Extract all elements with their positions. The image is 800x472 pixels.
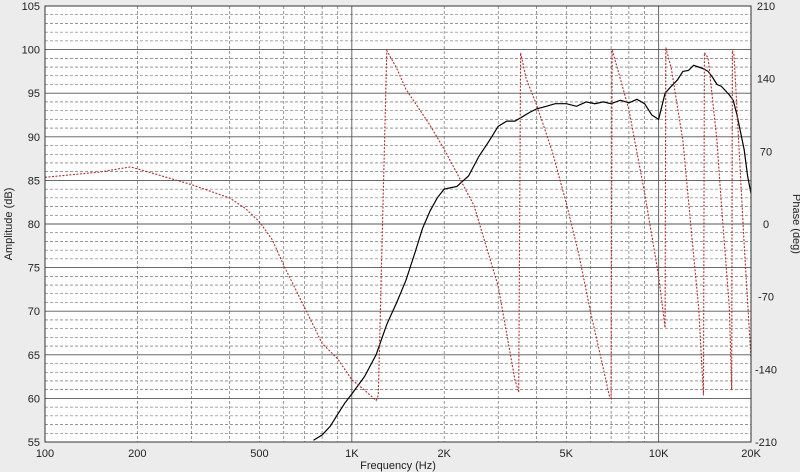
x-tick-label: 1K — [345, 448, 359, 460]
y2-tick-label: 70 — [760, 146, 772, 158]
y2-tick-label: 0 — [763, 219, 769, 231]
y2-tick-label: 140 — [757, 74, 775, 86]
y-tick-label: 100 — [22, 45, 40, 57]
y-tick-label: 65 — [28, 350, 40, 362]
y-tick-label: 70 — [28, 306, 40, 318]
x-tick-label: 2K — [437, 448, 451, 460]
y-tick-label: 95 — [28, 88, 40, 100]
y-tick-label: 85 — [28, 175, 40, 187]
y-tick-labels: 55 60 65 70 75 80 85 90 95 100 105 — [22, 1, 40, 449]
x-tick-label: 20K — [741, 448, 761, 460]
y-tick-label: 90 — [28, 132, 40, 144]
y2-tick-label: -210 — [755, 437, 777, 449]
y-axis-label: Amplitude (dB) — [3, 188, 15, 261]
y-tick-label: 80 — [28, 219, 40, 231]
x-tick-labels: 100 200 500 1K 2K 5K 10K 20K — [36, 448, 762, 460]
y-tick-label: 60 — [28, 393, 40, 405]
y-tick-label: 55 — [28, 437, 40, 449]
x-tick-label: 100 — [36, 448, 54, 460]
y2-tick-labels: 210 140 70 0 -70 -140 -210 — [755, 1, 777, 449]
x-axis-label: Frequency (Hz) — [360, 460, 436, 472]
y2-tick-label: 210 — [757, 1, 775, 13]
x-tick-label: 5K — [560, 448, 574, 460]
y2-axis-label: Phase (deg) — [790, 194, 800, 254]
x-tick-label: 10K — [649, 448, 669, 460]
x-tick-label: 500 — [250, 448, 268, 460]
y-tick-label: 75 — [28, 263, 40, 275]
frequency-response-chart: 100 200 500 1K 2K 5K 10K 20K 55 60 65 70 75 80 85 90 95… — [3, 1, 800, 472]
y-tick-label: 105 — [22, 1, 40, 13]
x-tick-label: 200 — [128, 448, 146, 460]
y2-tick-label: -70 — [758, 292, 774, 304]
y2-tick-label: -140 — [755, 364, 777, 376]
